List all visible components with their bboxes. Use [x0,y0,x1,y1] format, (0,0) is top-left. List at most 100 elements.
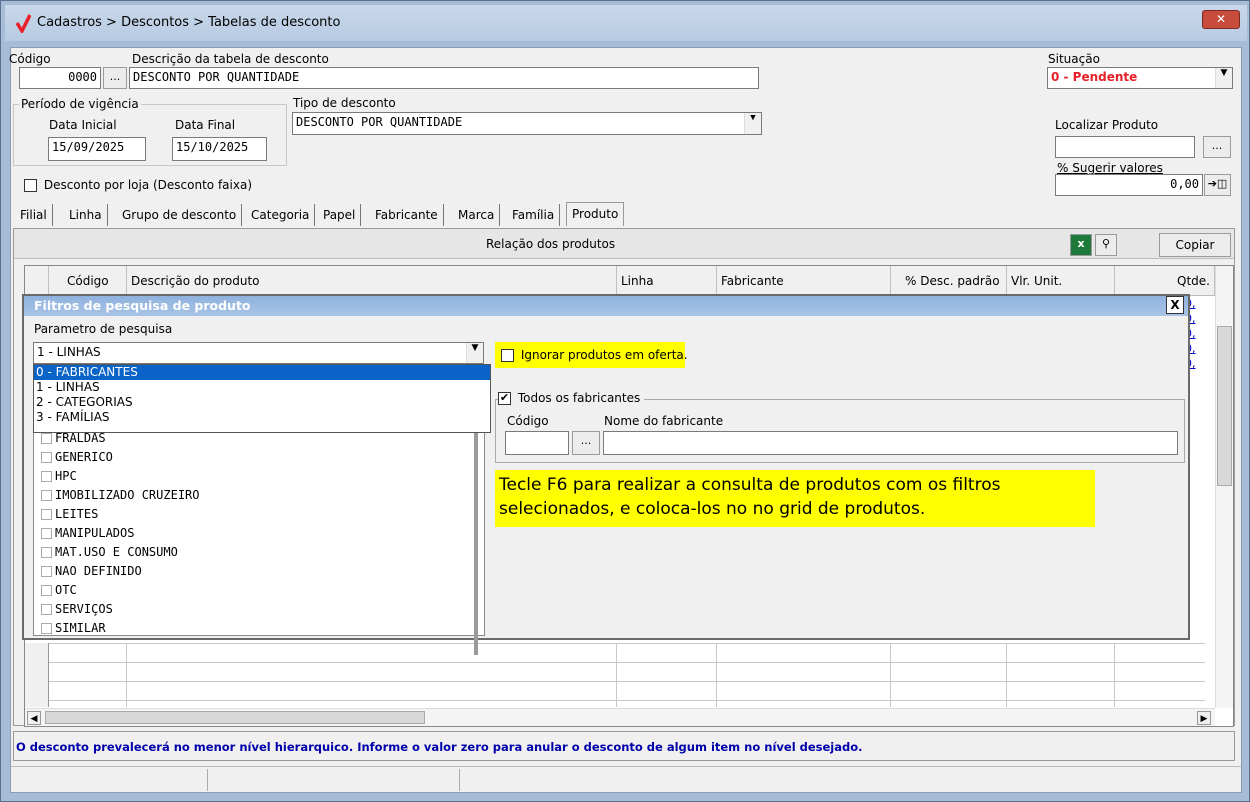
copiar-button[interactable]: Copiar [1159,233,1231,257]
app-logo-icon [15,14,31,33]
situacao-value: 0 - Pendente [1051,70,1138,84]
tab-linha[interactable]: Linha [64,204,108,226]
fab-codigo-input[interactable] [505,431,569,455]
relacao-label: Relação dos produtos [486,237,616,251]
dropdown-option[interactable]: 2 - CATEGORIAS [34,395,490,410]
list-item-label: MAT.USO E CONSUMO [55,545,178,559]
fab-codigo-label: Código [507,414,549,428]
tab-familia[interactable]: Família [507,204,561,226]
horizontal-scroll-thumb[interactable] [45,711,425,724]
list-item[interactable]: MAT.USO E CONSUMO [36,543,466,562]
tipo-label: Tipo de desconto [293,96,396,110]
data-inicial-label: Data Inicial [49,118,117,132]
fab-lookup-button[interactable]: ... [572,431,600,455]
codigo-label: Código [9,52,51,66]
situacao-select[interactable]: 0 - Pendente ▼ [1047,67,1233,89]
list-item[interactable]: NAO DEFINIDO [36,562,466,581]
vertical-scrollbar[interactable] [1215,266,1233,708]
tab-marca[interactable]: Marca [453,204,501,226]
ignorar-oferta-label: Ignorar produtos em oferta. [520,348,688,362]
codigo-lookup-button[interactable]: ... [103,67,127,89]
vertical-scroll-thumb[interactable] [1217,326,1232,486]
linhas-list-items: FRALDAS GENERICO HPC IMOBILIZADO CRUZEIR… [36,429,466,638]
window-title: Cadastros > Descontos > Tabelas de desco… [37,15,341,30]
list-item-label: MANIPULADOS [55,526,135,540]
ignorar-oferta-checkbox[interactable]: Ignorar produtos em oferta. [495,342,688,368]
fab-nome-input[interactable] [603,431,1178,455]
tab-bar: Filial Linha Grupo de desconto Categoria… [15,202,655,228]
list-item[interactable]: SIMILAR [36,619,466,638]
dropdown-option[interactable]: 3 - FAMÍLIAS [34,410,490,425]
tab-papel[interactable]: Papel [318,204,362,226]
col-linha[interactable]: Linha [617,266,717,296]
list-scroll-thumb[interactable] [474,425,478,655]
excel-export-button[interactable]: x [1070,234,1092,256]
f6-hint-box: Tecle F6 para realizar a consulta de pro… [495,470,1095,527]
tab-produto[interactable]: Produto [566,202,625,226]
col-desc-padrao[interactable]: % Desc. padrão [891,266,1007,296]
tab-fabricante[interactable]: Fabricante [370,204,444,226]
checkbox-icon [41,528,52,539]
f6-hint-text: Tecle F6 para realizar a consulta de pro… [499,475,1001,519]
list-item-label: GENERICO [55,450,113,464]
checkbox-icon [41,452,52,463]
search-button[interactable]: ⚲ [1095,234,1117,256]
grid-rows-visible [25,643,1215,707]
localizar-input[interactable] [1055,136,1195,158]
codigo-input[interactable]: 0000 [19,67,101,89]
data-inicial-input[interactable]: 15/09/2025 [48,137,146,161]
desconto-loja-checkbox[interactable]: Desconto por loja (Desconto faixa) [24,178,252,192]
checkmark-icon: ✔ [498,391,511,405]
sugerir-input[interactable]: 0,00 [1055,174,1203,196]
horizontal-scrollbar[interactable]: ◀ ▶ [25,708,1215,726]
checkbox-icon [41,471,52,482]
filtros-close-button[interactable]: X [1166,296,1184,314]
close-window-button[interactable]: ✕ [1202,10,1240,29]
list-item-label: OTC [55,583,77,597]
chevron-down-icon[interactable]: ▼ [1215,68,1232,88]
sugerir-label: % Sugerir valores [1057,161,1163,175]
list-item-label: SERVIÇOS [55,602,113,616]
col-fabricante[interactable]: Fabricante [717,266,891,296]
dropdown-option[interactable]: 0 - FABRICANTES [34,365,490,380]
checkbox-icon [41,547,52,558]
scroll-left-icon[interactable]: ◀ [27,711,41,725]
todos-fabricantes-checkbox[interactable]: ✔ Todos os fabricantes [498,391,645,405]
checkbox-icon [41,509,52,520]
list-item[interactable]: LEITES [36,505,466,524]
parametro-select[interactable]: 1 - LINHAS ▼ [33,342,484,364]
descricao-input[interactable]: DESCONTO POR QUANTIDADE [129,67,759,89]
list-item[interactable]: IMOBILIZADO CRUZEIRO [36,486,466,505]
col-descricao[interactable]: Descrição do produto [127,266,617,296]
localizar-label: Localizar Produto [1055,118,1159,132]
data-final-input[interactable]: 15/10/2025 [172,137,267,161]
grid-header: Código Descrição do produto Linha Fabric… [25,266,1215,296]
checkbox-icon [41,604,52,615]
col-qtde[interactable]: Qtde. [1115,266,1215,296]
filtros-title: Filtros de pesquisa de produto [34,298,251,313]
magnifier-icon: ⚲ [1101,237,1111,250]
col-vlr-unit[interactable]: Vlr. Unit. [1007,266,1115,296]
parametro-label: Parametro de pesquisa [34,322,173,336]
periodo-label: Período de vigência [19,97,141,111]
list-item[interactable]: GENERICO [36,448,466,467]
dropdown-option[interactable]: 1 - LINHAS [34,380,490,395]
scroll-right-icon[interactable]: ▶ [1197,711,1211,725]
checkbox-icon [24,179,37,192]
apply-suggestion-button[interactable]: ➔◫ [1204,174,1231,196]
list-item[interactable]: OTC [36,581,466,600]
list-item[interactable]: MANIPULADOS [36,524,466,543]
tab-grupo-desconto[interactable]: Grupo de desconto [117,204,243,226]
tipo-select[interactable]: DESCONTO POR QUANTIDADE ▼ [292,112,762,135]
tab-categoria[interactable]: Categoria [246,204,316,226]
parametro-dropdown-list[interactable]: 0 - FABRICANTES 1 - LINHAS 2 - CATEGORIA… [33,364,491,433]
tab-filial[interactable]: Filial [15,204,53,226]
chevron-down-icon[interactable]: ▼ [466,343,483,363]
arrow-apply-icon: ➔◫ [1207,177,1228,190]
data-final-label: Data Final [175,118,236,132]
list-item[interactable]: SERVIÇOS [36,600,466,619]
localizar-lookup-button[interactable]: ... [1203,136,1231,158]
chevron-down-icon[interactable]: ▼ [744,113,761,134]
list-item[interactable]: HPC [36,467,466,486]
col-codigo[interactable]: Código [49,266,127,296]
